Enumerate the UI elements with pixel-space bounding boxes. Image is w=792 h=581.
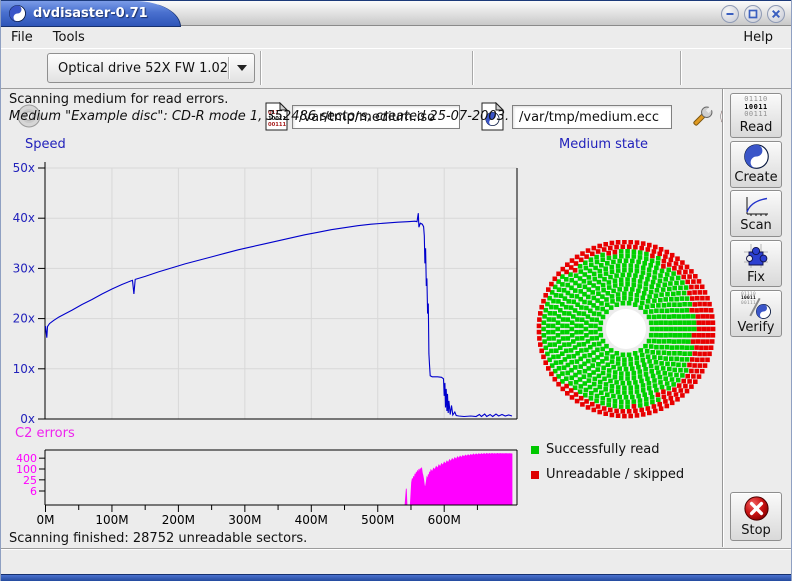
- c2-errors-title: C2 errors: [15, 426, 75, 441]
- legend-successfully-read: Successfully read: [531, 442, 659, 457]
- fix-puzzle-icon: [743, 243, 769, 269]
- menu-tools[interactable]: Tools: [53, 28, 93, 47]
- read-button[interactable]: 01110 10011 00111 Read: [730, 93, 782, 138]
- menu-help[interactable]: Help: [743, 28, 781, 47]
- stop-icon: [743, 495, 770, 522]
- create-button[interactable]: Create: [730, 141, 782, 188]
- svg-text:10x: 10x: [13, 362, 35, 376]
- create-yinyang-icon: [744, 144, 769, 169]
- statusbar: View log: [1, 550, 791, 574]
- action-sidebar: 01110 10011 00111 Read Create: [722, 89, 791, 547]
- scan-button[interactable]: Scan: [730, 190, 782, 237]
- window-bottom-border: [1, 574, 791, 581]
- read-binary-icon: 01110 10011 00111: [744, 96, 768, 118]
- svg-text:0M: 0M: [37, 513, 55, 527]
- scan-chart-icon: [742, 195, 770, 217]
- window-title: dvdisaster-0.71: [33, 6, 148, 21]
- close-button[interactable]: [767, 5, 785, 23]
- svg-text:30x: 30x: [13, 261, 35, 275]
- drive-selector[interactable]: Optical drive 52X FW 1.02: [47, 53, 255, 83]
- legend-red-chip: [531, 471, 539, 479]
- minimize-button[interactable]: [721, 5, 739, 23]
- preferences-wrench-icon[interactable]: [689, 103, 716, 134]
- svg-text:0x: 0x: [20, 412, 35, 426]
- speed-chart-title: Speed: [25, 137, 66, 152]
- menu-file[interactable]: File: [11, 28, 41, 47]
- scan-result-status: Scanning finished: 28752 unreadable sect…: [9, 531, 307, 546]
- legend-unreadable-skipped: Unreadable / skipped: [531, 467, 684, 482]
- ecc-path-input[interactable]: [512, 105, 672, 129]
- app-yinyang-icon: [9, 5, 26, 22]
- svg-text:40x: 40x: [13, 211, 35, 225]
- verify-icon: 01110 10011 00111: [741, 293, 771, 319]
- svg-text:200M: 200M: [162, 513, 195, 527]
- drive-selector-value: Optical drive 52X FW 1.02: [48, 61, 228, 76]
- svg-text:6: 6: [30, 485, 37, 498]
- verify-button[interactable]: 01110 10011 00111 Verify: [730, 290, 782, 337]
- toolbar: Optical drive 52X FW 1.02 011 10011 0011…: [1, 48, 791, 89]
- svg-text:50x: 50x: [13, 161, 35, 175]
- status-line-2: Medium "Example disc": CD-R mode 1, 3524…: [9, 109, 509, 124]
- svg-text:400M: 400M: [295, 513, 328, 527]
- medium-state-title: Medium state: [559, 137, 648, 152]
- medium-state-disc: [531, 240, 726, 420]
- speed-chart: 0x 10x 20x 30x 40x 50x: [1, 154, 531, 426]
- titlebar-tab[interactable]: dvdisaster-0.71: [1, 1, 181, 27]
- legend-green-chip: [531, 446, 539, 454]
- svg-text:100M: 100M: [95, 513, 128, 527]
- maximize-button[interactable]: [744, 5, 762, 23]
- titlebar: dvdisaster-0.71: [1, 0, 791, 26]
- fix-button[interactable]: Fix: [730, 240, 782, 287]
- chevron-down-icon: [229, 65, 254, 71]
- svg-text:500M: 500M: [361, 513, 394, 527]
- svg-text:300M: 300M: [228, 513, 261, 527]
- dvdisaster-window: dvdisaster-0.71 File Tools Help: [0, 0, 792, 581]
- status-line-1: Scanning medium for read errors.: [9, 92, 228, 107]
- svg-text:600M: 600M: [428, 513, 461, 527]
- svg-text:20x: 20x: [13, 312, 35, 326]
- c2-errors-chart: 4001002560M100M200M300M400M500M600M: [1, 444, 531, 530]
- stop-button[interactable]: Stop: [730, 492, 782, 541]
- menubar: File Tools Help: [1, 27, 791, 48]
